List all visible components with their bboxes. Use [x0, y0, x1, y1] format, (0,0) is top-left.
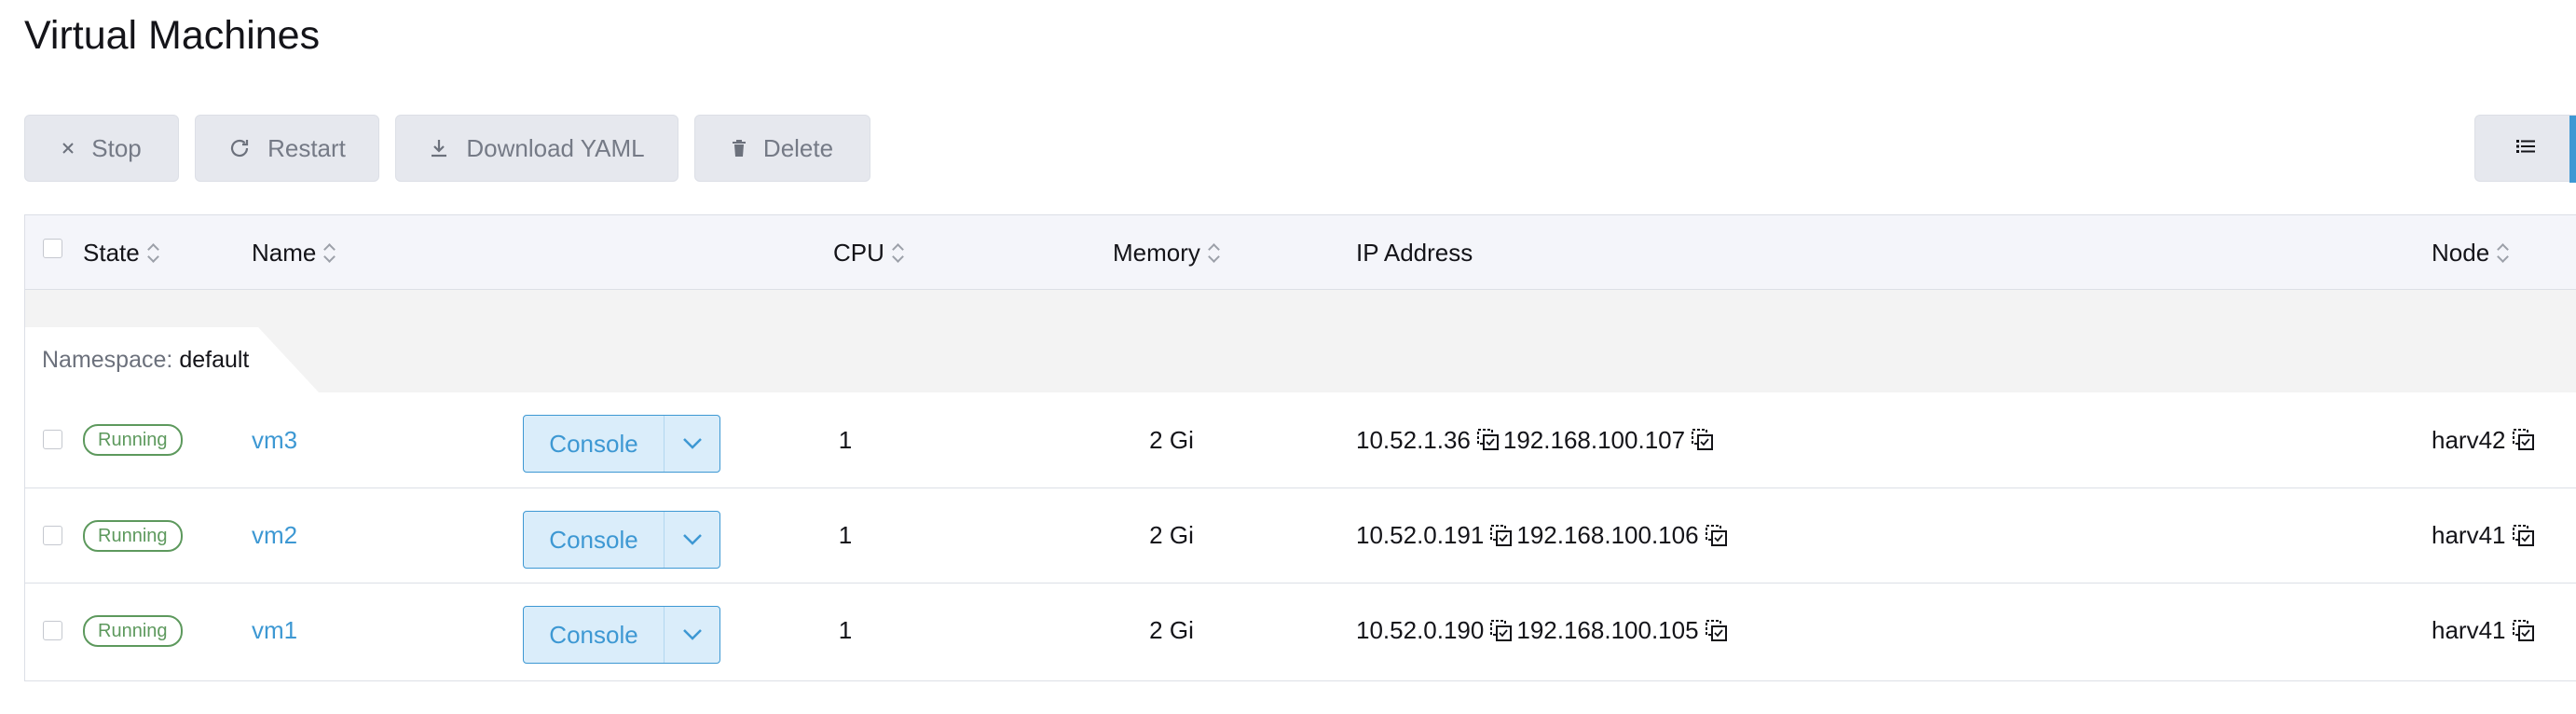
- ip-address: 192.168.100.105: [1516, 616, 1699, 644]
- copy-icon[interactable]: [2512, 428, 2536, 452]
- sort-icon: [1208, 242, 1221, 263]
- column-header-memory[interactable]: Memory: [1113, 215, 1221, 290]
- memory-value: 2 Gi: [1149, 616, 1194, 644]
- console-button: Console: [523, 511, 720, 569]
- status-badge: Running: [83, 614, 183, 647]
- table-row: Running vm2 Console 1 2 Gi 10.52.0.191 1…: [25, 487, 2576, 583]
- delete-button-label: Delete: [762, 133, 834, 162]
- sort-icon: [323, 242, 336, 263]
- console-button: Console: [523, 415, 720, 473]
- column-header-name[interactable]: Name: [252, 215, 336, 290]
- table-row: Running vm3 Console 1 2 Gi 10.52.1.36 19…: [25, 392, 2576, 487]
- row-checkbox[interactable]: [43, 526, 62, 545]
- copy-icon[interactable]: [1691, 428, 1715, 452]
- ip-address: 10.52.1.36: [1356, 425, 1471, 454]
- refresh-icon: [228, 137, 251, 159]
- select-all-checkbox[interactable]: [43, 239, 62, 258]
- vm-name-link[interactable]: vm2: [252, 521, 297, 550]
- restart-button[interactable]: Restart: [195, 115, 379, 182]
- cpu-value: 1: [838, 616, 853, 644]
- copy-icon[interactable]: [1489, 524, 1514, 548]
- status-badge: Running: [83, 424, 183, 456]
- table-row: Running vm1 Console 1 2 Gi 10.52.0.190 1…: [25, 583, 2576, 678]
- download-icon: [429, 138, 449, 158]
- node-name: harv42: [2432, 425, 2506, 454]
- node-name: harv41: [2432, 616, 2506, 644]
- cpu-value: 1: [838, 521, 853, 549]
- copy-icon[interactable]: [1705, 619, 1729, 643]
- ip-address: 192.168.100.107: [1502, 425, 1686, 454]
- column-header-cpu[interactable]: CPU: [833, 215, 905, 290]
- chevron-down-icon[interactable]: [665, 628, 719, 641]
- column-header-state[interactable]: State: [83, 215, 160, 290]
- download-yaml-button[interactable]: Download YAML: [395, 115, 678, 182]
- status-badge: Running: [83, 519, 183, 552]
- chevron-down-icon[interactable]: [665, 533, 719, 546]
- list-icon: [2516, 139, 2535, 158]
- copy-icon[interactable]: [1705, 524, 1729, 548]
- column-header-node[interactable]: Node: [2432, 215, 2510, 290]
- ip-address: 10.52.0.190: [1356, 616, 1485, 644]
- console-button-label[interactable]: Console: [524, 621, 664, 650]
- view-mode-toggle[interactable]: [2474, 115, 2576, 183]
- memory-value: 2 Gi: [1149, 425, 1194, 454]
- vm-table: State Name CPU Memory IP Address Node Na…: [24, 214, 2576, 681]
- bulk-actions-toolbar: Stop Restart Download YAML Delete: [24, 115, 870, 182]
- stop-button[interactable]: Stop: [24, 115, 179, 182]
- copy-icon[interactable]: [2512, 619, 2536, 643]
- close-icon: [62, 142, 75, 155]
- sort-icon: [892, 242, 905, 263]
- column-header-ip-address: IP Address: [1356, 238, 1473, 267]
- group-row-background: [25, 290, 2576, 392]
- sort-icon: [2497, 242, 2510, 263]
- copy-icon[interactable]: [2512, 524, 2536, 548]
- vm-name-link[interactable]: vm3: [252, 426, 297, 455]
- node-name: harv41: [2432, 521, 2506, 549]
- ip-address: 10.52.0.191: [1356, 521, 1485, 549]
- console-button-label[interactable]: Console: [524, 430, 664, 459]
- table-header: State Name CPU Memory IP Address Node: [25, 215, 2576, 290]
- memory-value: 2 Gi: [1149, 521, 1194, 549]
- row-checkbox[interactable]: [43, 621, 62, 640]
- delete-button[interactable]: Delete: [694, 115, 870, 182]
- console-button-label[interactable]: Console: [524, 526, 664, 555]
- vm-name-link[interactable]: vm1: [252, 616, 297, 645]
- page-title: Virtual Machines: [24, 13, 321, 58]
- cpu-value: 1: [838, 425, 853, 454]
- copy-icon[interactable]: [1489, 619, 1514, 643]
- download-yaml-button-label: Download YAML: [466, 133, 645, 162]
- console-button: Console: [523, 606, 720, 664]
- chevron-down-icon[interactable]: [665, 437, 719, 450]
- ip-address: 192.168.100.106: [1516, 521, 1699, 549]
- copy-icon[interactable]: [1476, 428, 1500, 452]
- row-checkbox[interactable]: [43, 430, 62, 449]
- trash-icon: [732, 139, 747, 158]
- sort-icon: [147, 242, 160, 263]
- restart-button-label: Restart: [267, 133, 346, 162]
- stop-button-label: Stop: [91, 133, 142, 162]
